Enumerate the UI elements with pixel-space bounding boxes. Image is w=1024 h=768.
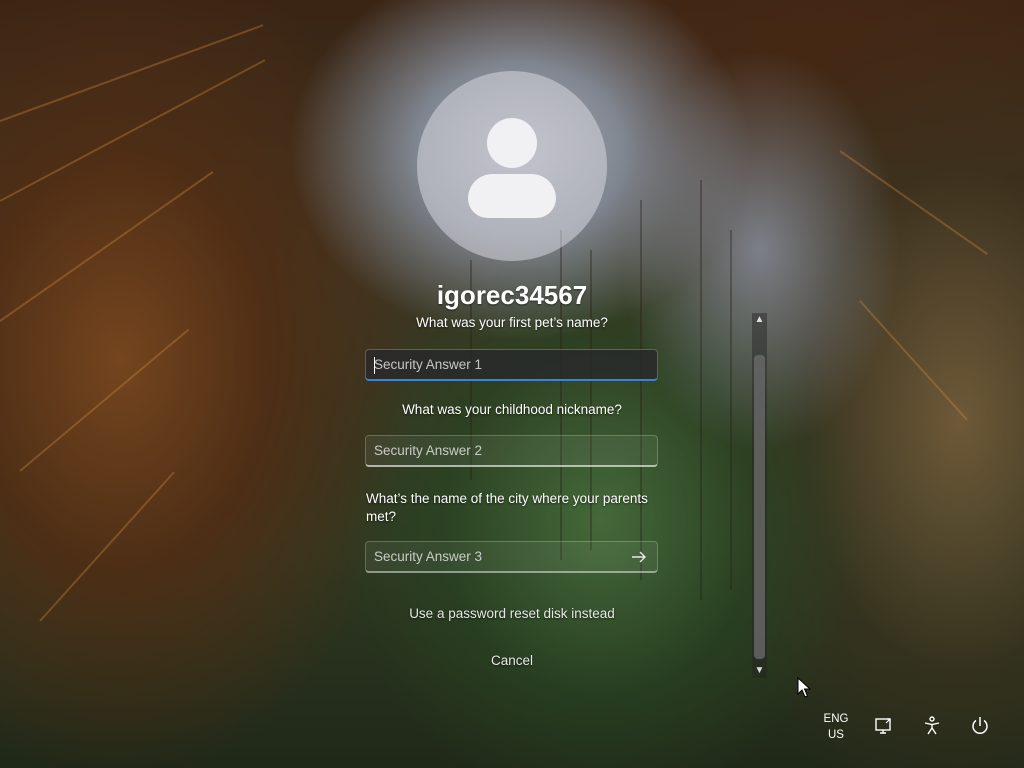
accessibility-icon[interactable]	[920, 714, 944, 738]
security-answer-2-input[interactable]	[366, 436, 657, 465]
power-icon[interactable]	[968, 714, 992, 738]
cancel-link[interactable]: Cancel	[362, 653, 662, 668]
lock-screen: igorec34567 What was your first pet’s na…	[0, 0, 1024, 768]
security-answer-3-field[interactable]	[365, 541, 658, 573]
scrollbar[interactable]: ▲ ▼	[752, 313, 767, 678]
language-code: ENG	[823, 713, 849, 725]
security-answer-1-field[interactable]	[365, 349, 658, 381]
mouse-pointer-icon	[797, 677, 811, 698]
submit-arrow-icon[interactable]	[627, 545, 651, 569]
input-language-indicator[interactable]: ENG US	[816, 711, 856, 743]
security-answer-3-input[interactable]	[366, 542, 657, 571]
text-caret	[374, 357, 375, 374]
password-reset-disk-link[interactable]: Use a password reset disk instead	[362, 606, 662, 621]
scroll-up-icon[interactable]: ▲	[752, 313, 767, 327]
security-question-2: What was your childhood nickname?	[402, 402, 622, 417]
user-avatar	[417, 71, 607, 261]
username: igorec34567	[436, 280, 588, 310]
security-answer-2-field[interactable]	[365, 435, 658, 467]
security-answer-1-input[interactable]	[366, 350, 657, 379]
scroll-thumb[interactable]	[754, 355, 765, 659]
scroll-down-icon[interactable]: ▼	[752, 664, 767, 678]
network-icon[interactable]	[872, 714, 896, 738]
avatar-head	[487, 118, 537, 168]
security-question-1: What was your first pet’s name?	[416, 315, 608, 330]
region-code: US	[828, 729, 844, 741]
security-question-3: What’s the name of the city where your p…	[366, 491, 648, 524]
avatar-body	[468, 174, 556, 218]
